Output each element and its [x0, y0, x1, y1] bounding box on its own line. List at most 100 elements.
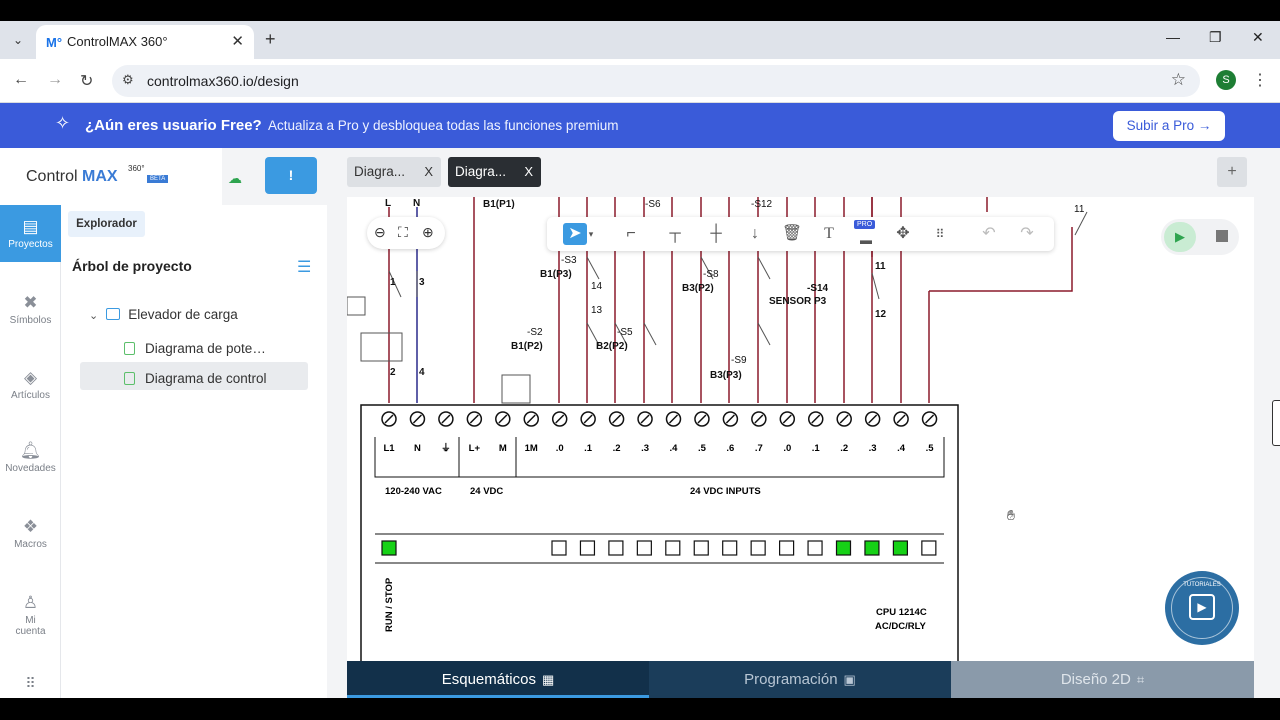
simulation-controls: ▶: [1161, 219, 1239, 255]
svg-text:11: 11: [875, 261, 886, 272]
tab-programacion[interactable]: Programación ▣: [649, 661, 951, 698]
plc-power-label: 120-240 VAC: [385, 486, 442, 497]
tab-esquematicos[interactable]: Esquemáticos ▦: [347, 661, 649, 698]
side-panel-handle[interactable]: [1272, 400, 1280, 446]
run-stop-label: RUN / STOP: [384, 577, 395, 632]
led-off: [608, 540, 624, 556]
svg-text:B1(P1): B1(P1): [483, 199, 515, 210]
text-tool-icon[interactable]: T: [817, 223, 841, 245]
profile-avatar[interactable]: S: [1216, 70, 1236, 90]
zoom-controls: ⊖ ⛶ ⊕: [367, 217, 445, 249]
undo-icon[interactable]: ↶: [977, 223, 1001, 245]
tree-project[interactable]: ⌄ Elevador de carga: [89, 307, 238, 322]
rail-item-symbols[interactable]: ✖ Símbolos: [0, 293, 61, 326]
wire-end-icon[interactable]: ↓: [743, 223, 767, 245]
browser-tab[interactable]: M° ControlMAX 360° ✕: [36, 25, 254, 59]
terminal-label: .0: [783, 443, 791, 454]
corner-wire-icon[interactable]: ⌐: [619, 223, 643, 245]
new-tab-icon[interactable]: +: [265, 29, 276, 50]
pro-badge: PRO: [854, 220, 876, 229]
plc-dc-label: 24 VDC: [470, 486, 503, 497]
terminal-label: .1: [584, 443, 593, 454]
left-rail: ▤ Proyectos ✖ Símbolos ◈ Artículos 🔔︎ No…: [0, 205, 61, 698]
led-off: [722, 540, 738, 556]
terminal-label: .3: [869, 443, 877, 454]
doc-tab-2[interactable]: Diagra... X: [448, 157, 541, 187]
tab-label: Esquemáticos: [441, 671, 536, 688]
chevron-down-icon[interactable]: ▾: [585, 223, 597, 245]
stop-icon[interactable]: [1216, 230, 1228, 242]
add-doc-button[interactable]: +: [1217, 157, 1247, 187]
list-view-icon[interactable]: ☰: [297, 257, 311, 277]
rail-label: Proyectos: [8, 239, 53, 250]
forward-icon[interactable]: →: [47, 71, 63, 89]
browser-tabbar: ⌄ M° ControlMAX 360° ✕ + — ❐ ✕: [0, 21, 1280, 59]
play-icon[interactable]: ▶: [1164, 222, 1196, 252]
schematic-drawing: B1(P1) -S6 -S12 11 -S3 B1(P3) -S8 B3(P2)…: [347, 197, 1088, 661]
document-icon: [124, 342, 135, 355]
explorer-tab[interactable]: Explorador: [68, 211, 145, 237]
tree-doc-potencia[interactable]: Diagrama de pote…: [124, 341, 266, 356]
rail-item-macros[interactable]: ❖ Macros: [0, 517, 61, 550]
rail-item-news[interactable]: 🔔︎ Novedades: [0, 441, 61, 474]
plc-leds: [381, 540, 937, 556]
url-text: controlmax360.io/design: [147, 73, 299, 89]
doc-tab-label: Diagra...: [354, 164, 406, 179]
plc-terminals: L1 N ⏚ L+ M 1M .0 .1 .2 .3 .4 .5 .6 .7 .0 .1 .2 .3 .4 .5: [381, 411, 938, 454]
close-doc-tab-icon[interactable]: X: [524, 157, 533, 187]
doc-tab-label: Diagra...: [455, 164, 507, 179]
led-on: [835, 540, 852, 556]
doc-label: Diagrama de control: [145, 371, 267, 386]
zoom-out-icon[interactable]: ⊖: [374, 224, 386, 241]
terminal-label: L1: [383, 443, 395, 454]
led-off: [665, 540, 681, 556]
tab-search-icon[interactable]: ⌄: [8, 30, 28, 50]
svg-text:-S2: -S2: [527, 327, 543, 338]
site-settings-icon[interactable]: ⚙: [122, 72, 134, 88]
bookmark-star-icon[interactable]: ☆: [1171, 70, 1186, 90]
close-doc-tab-icon[interactable]: X: [424, 157, 433, 187]
rail-item-account[interactable]: ♙ Mi cuenta: [0, 593, 61, 637]
rail-item-articles[interactable]: ◈ Artículos: [0, 368, 61, 401]
tutorials-badge[interactable]: TUTORIALES ▶: [1165, 571, 1239, 645]
comment-icon[interactable]: ▬: [854, 229, 878, 251]
doc-tab-1[interactable]: Diagra... X: [347, 157, 441, 187]
upgrade-pro-button[interactable]: Subir a Pro →: [1113, 111, 1225, 141]
sparkle-icon: ✧: [55, 113, 71, 133]
svg-text:-S14: -S14: [807, 283, 829, 294]
rail-label: Macros: [14, 539, 47, 550]
close-tab-icon[interactable]: ✕: [231, 32, 244, 50]
schematic-icon: ▦: [541, 672, 555, 687]
terminal-label: .7: [755, 443, 763, 454]
minimize-icon[interactable]: —: [1166, 29, 1180, 45]
browser-menu-icon[interactable]: ⋮: [1252, 70, 1268, 90]
move-icon[interactable]: ✥: [891, 223, 915, 245]
reload-icon[interactable]: ↻: [80, 71, 93, 91]
tab-diseno-2d[interactable]: Diseño 2D ⌗: [951, 661, 1254, 698]
back-icon[interactable]: ←: [13, 71, 29, 89]
redo-icon[interactable]: ↷: [1015, 223, 1039, 245]
schematic-canvas[interactable]: B1(P1) -S6 -S12 11 -S3 B1(P3) -S8 B3(P2)…: [347, 197, 1254, 661]
zoom-in-icon[interactable]: ⊕: [422, 224, 434, 241]
info-button[interactable]: !: [265, 157, 317, 194]
tree-doc-control[interactable]: Diagrama de control: [124, 371, 267, 386]
terminal-label: .0: [556, 443, 564, 454]
tee-wire-icon[interactable]: ┬: [663, 223, 687, 245]
apps-grid-icon[interactable]: ⠿: [0, 675, 61, 692]
rail-item-projects[interactable]: ▤ Proyectos: [0, 205, 61, 262]
cross-wire-icon[interactable]: ┼: [704, 223, 728, 245]
svg-text:11: 11: [1074, 204, 1085, 215]
fit-screen-icon[interactable]: ⛶: [398, 224, 408, 241]
chevron-down-icon[interactable]: ⌄: [89, 310, 98, 322]
cloud-sync-icon[interactable]: ☁: [228, 170, 242, 187]
svg-text:-S5: -S5: [617, 327, 633, 338]
restore-icon[interactable]: ❐: [1209, 29, 1222, 46]
close-window-icon[interactable]: ✕: [1252, 29, 1264, 46]
select-tool-icon[interactable]: ➤: [563, 223, 587, 245]
led-on: [381, 540, 397, 556]
svg-text:3: 3: [419, 277, 425, 288]
grid-icon[interactable]: ⠿: [928, 223, 952, 245]
omnibox[interactable]: ⚙ controlmax360.io/design ☆: [112, 65, 1200, 97]
delete-icon[interactable]: 🗑︎: [780, 223, 804, 245]
svg-text:13: 13: [591, 305, 603, 316]
